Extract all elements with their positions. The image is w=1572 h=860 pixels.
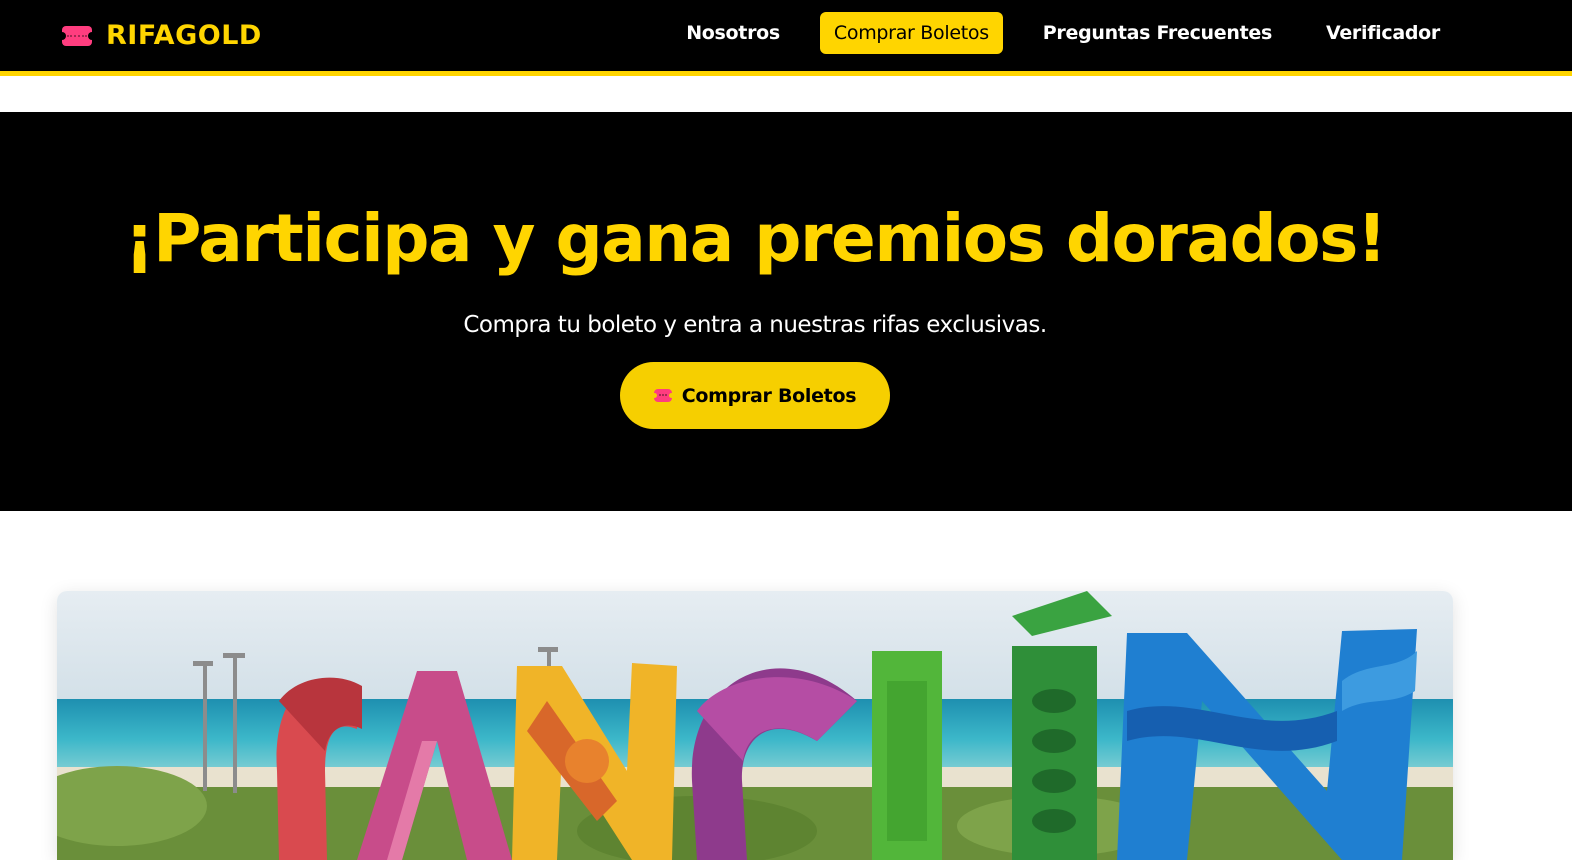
nav-link-verificador[interactable]: Verificador	[1312, 12, 1454, 54]
nav-link-nosotros[interactable]: Nosotros	[672, 12, 794, 54]
hero-subtitle: Compra tu boleto y entra a nuestras rifa…	[463, 312, 1047, 338]
buy-tickets-button-label: Comprar Boletos	[681, 384, 857, 407]
brand-name: RIFAGOLD	[106, 20, 262, 51]
hero-section: ¡Participa y gana premios dorados! Compr…	[0, 112, 1572, 511]
ticket-icon	[651, 389, 674, 402]
ticket-icon	[58, 25, 96, 46]
navbar: RIFAGOLD Nosotros Comprar Boletos Pregun…	[0, 0, 1572, 76]
nav-link-preguntas-frecuentes[interactable]: Preguntas Frecuentes	[1029, 12, 1286, 54]
cancun-sign-photo	[57, 591, 1453, 860]
nav-link-comprar-boletos[interactable]: Comprar Boletos	[819, 12, 1003, 54]
main-nav: Nosotros Comprar Boletos Preguntas Frecu…	[646, 12, 1454, 54]
brand-logo-link[interactable]: RIFAGOLD	[58, 20, 262, 51]
prize-image-card	[57, 591, 1453, 860]
buy-tickets-button[interactable]: Comprar Boletos	[620, 362, 890, 429]
hero-title: ¡Participa y gana premios dorados!	[124, 200, 1387, 277]
